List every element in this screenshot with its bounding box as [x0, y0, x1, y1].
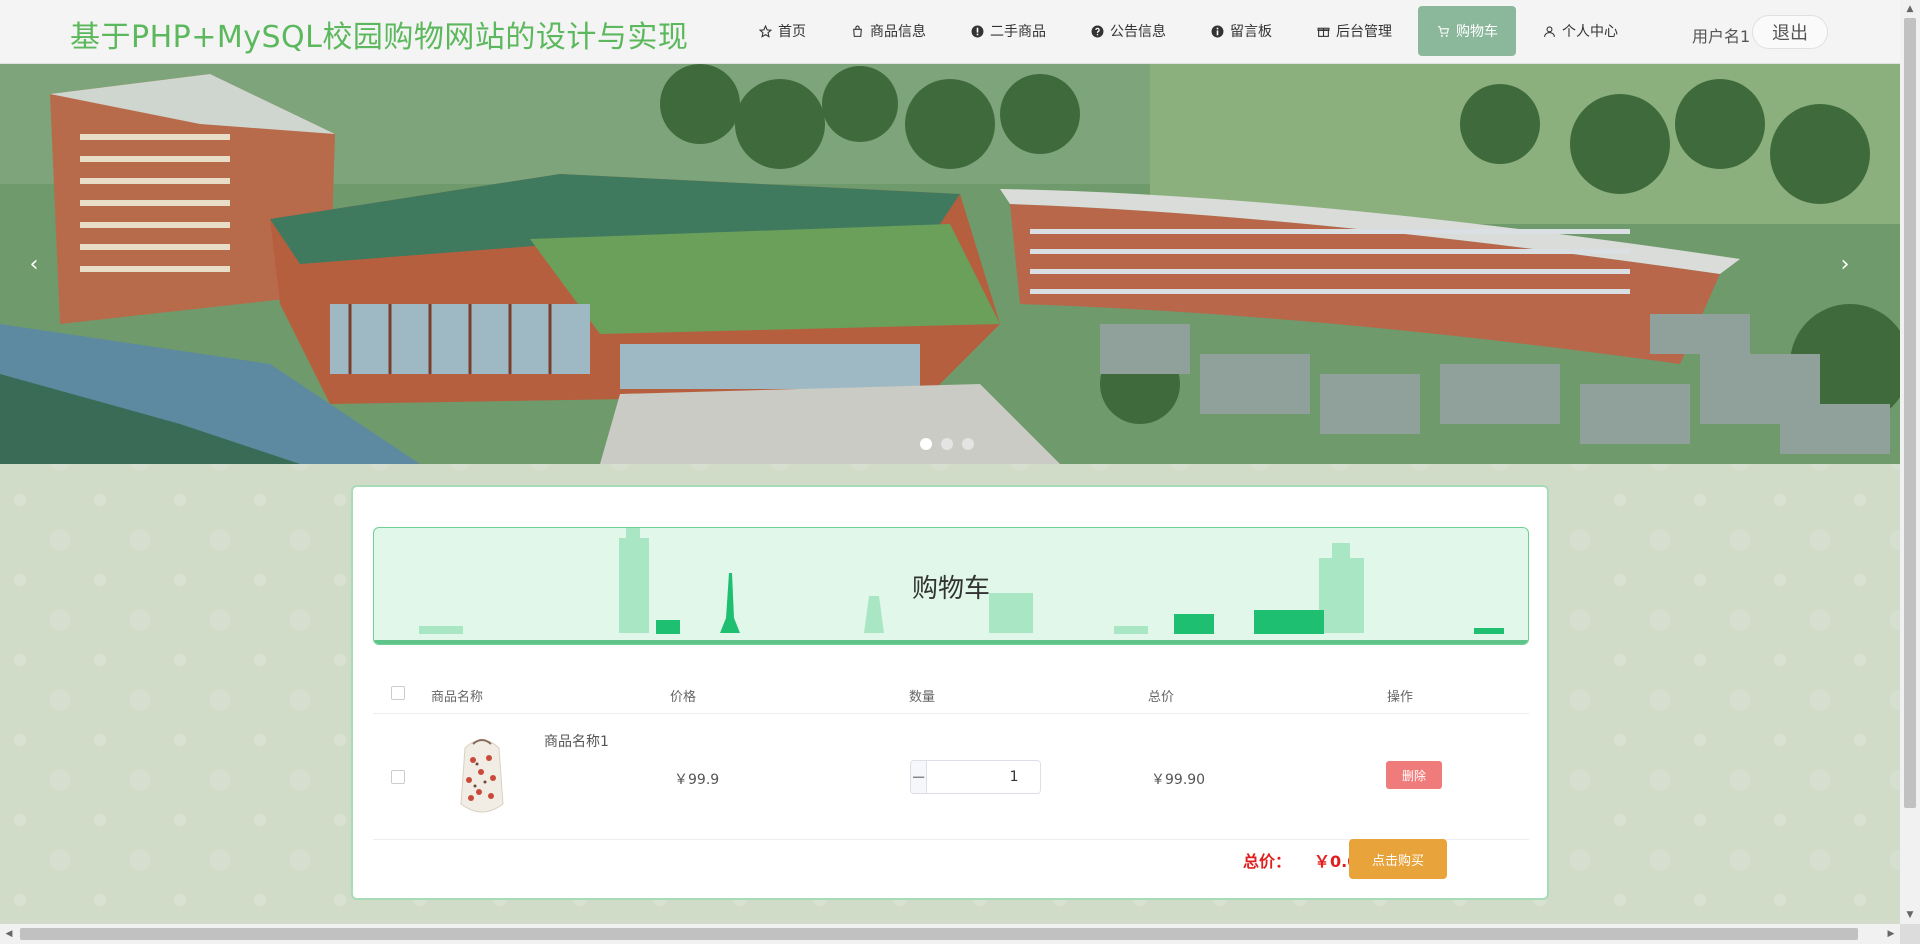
column-header-quantity: 数量 — [909, 690, 936, 705]
cart-title: 购物车 — [911, 574, 990, 604]
site-title: 基于PHP+MySQL校园购物网站的设计与实现 — [70, 20, 689, 55]
banner-dot-2[interactable] — [941, 438, 953, 450]
decrease-quantity-button[interactable]: − — [911, 761, 928, 793]
nav-item-notices[interactable]: 公告信息 — [1072, 6, 1184, 56]
cart-table-header: 商品名称 价格 数量 总价 操作 — [373, 672, 1529, 714]
info-icon — [1210, 24, 1224, 38]
nav-label: 首页 — [778, 24, 806, 40]
nav-item-profile[interactable]: 个人中心 — [1524, 6, 1636, 56]
username-label: 用户名1 — [1692, 27, 1751, 46]
horizontal-scrollbar[interactable]: ◀ ▶ — [0, 924, 1900, 944]
product-name[interactable]: 商品名称1 — [544, 731, 609, 751]
nav-label: 二手商品 — [990, 24, 1046, 40]
info-icon — [970, 24, 984, 38]
cart-icon — [1436, 24, 1450, 38]
select-all-checkbox[interactable] — [391, 686, 405, 700]
nav-label: 购物车 — [1456, 24, 1498, 40]
scroll-right-arrow-icon[interactable]: ▶ — [1882, 924, 1900, 944]
nav-item-admin[interactable]: 后台管理 — [1298, 6, 1410, 56]
banner-indicators — [920, 438, 983, 450]
vertical-scroll-thumb[interactable] — [1904, 18, 1916, 808]
nav-label: 后台管理 — [1336, 24, 1392, 40]
buy-button[interactable]: 点击购买 — [1349, 839, 1447, 879]
item-subtotal: ￥99.90 — [1151, 772, 1206, 788]
campus-banner-image — [0, 64, 1900, 464]
column-header-price: 价格 — [670, 690, 697, 705]
nav-label: 商品信息 — [870, 24, 926, 40]
quantity-input[interactable] — [927, 761, 1040, 793]
nav-label: 公告信息 — [1110, 24, 1166, 40]
column-header-action: 操作 — [1387, 690, 1414, 705]
nav-item-products[interactable]: 商品信息 — [832, 6, 944, 56]
scrollbar-corner — [1900, 924, 1920, 944]
column-header-name: 商品名称 — [431, 690, 484, 705]
banner-next-arrow[interactable]: › — [1835, 249, 1855, 279]
question-icon — [1090, 24, 1104, 38]
nav-item-cart[interactable]: 购物车 — [1418, 6, 1516, 56]
banner-dot-3[interactable] — [962, 438, 974, 450]
user-icon — [1542, 24, 1556, 38]
column-header-subtotal: 总价 — [1148, 690, 1175, 705]
top-header: 基于PHP+MySQL校园购物网站的设计与实现 首页 商品信息 二手商品 公告信… — [0, 0, 1900, 64]
product-price: ￥99.9 — [674, 772, 720, 788]
vertical-scrollbar[interactable]: ▲ ▼ — [1900, 0, 1920, 924]
cart-item-row: 商品名称1 ￥99.9 − + ￥99.90 删除 — [373, 714, 1529, 840]
star-icon — [758, 24, 772, 38]
quantity-stepper: − + — [910, 760, 1041, 794]
total-label: 总价： — [1243, 852, 1292, 871]
product-thumbnail[interactable] — [449, 734, 515, 818]
scroll-down-arrow-icon[interactable]: ▼ — [1900, 906, 1920, 924]
banner-prev-arrow[interactable]: ‹ — [24, 249, 44, 279]
scroll-left-arrow-icon[interactable]: ◀ — [0, 924, 18, 944]
cart-header-banner: 购物车 — [373, 527, 1529, 645]
bag-icon — [850, 24, 864, 38]
cart-panel: 购物车 商品名称 价格 数量 总价 操作 商品名称1 ￥99.9 − 1 ￥99… — [351, 485, 1549, 900]
item-select-checkbox[interactable] — [391, 770, 405, 784]
nav-label: 个人中心 — [1562, 24, 1618, 40]
nav-item-messageboard[interactable]: 留言板 — [1192, 6, 1290, 56]
delete-item-button[interactable]: 删除 — [1386, 761, 1442, 789]
horizontal-scroll-thumb[interactable] — [20, 928, 1858, 940]
scroll-up-arrow-icon[interactable]: ▲ — [1900, 0, 1920, 18]
banner-carousel: ‹ › — [0, 64, 1900, 464]
nav-item-home[interactable]: 首页 — [740, 6, 824, 56]
gift-icon — [1316, 24, 1330, 38]
logout-button[interactable]: 退出 — [1752, 15, 1828, 49]
cart-banner-underline — [374, 640, 1528, 644]
main-nav: 首页 商品信息 二手商品 公告信息 留言板 后台管理 购物车 个人中心 — [740, 6, 1644, 58]
nav-item-secondhand[interactable]: 二手商品 — [952, 6, 1064, 56]
nav-label: 留言板 — [1230, 24, 1272, 40]
banner-dot-1[interactable] — [920, 438, 932, 450]
